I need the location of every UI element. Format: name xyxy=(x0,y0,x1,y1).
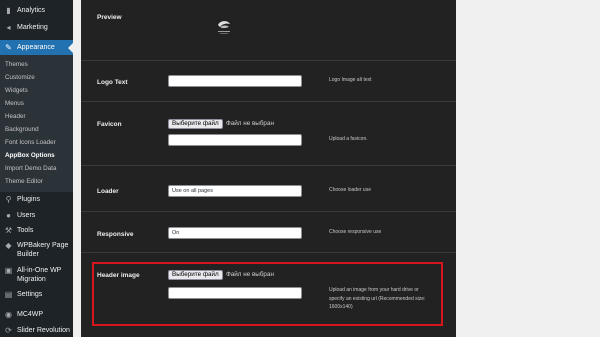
loader-select[interactable]: Use on all pages xyxy=(168,185,302,197)
submenu-item-widgets[interactable]: Widgets xyxy=(5,87,28,94)
loader-label: Loader xyxy=(97,188,119,195)
users-icon: ● xyxy=(6,211,11,220)
submenu-item-appbox-options[interactable]: AppBox Options xyxy=(5,152,55,159)
responsive-label: Responsive xyxy=(97,231,134,238)
migration-icon: ▣ xyxy=(4,266,13,275)
row-divider xyxy=(81,101,456,102)
current-menu-arrow xyxy=(68,43,73,53)
logo-text-input[interactable] xyxy=(168,75,302,87)
sidebar-item-users[interactable]: ● Users xyxy=(0,211,73,220)
responsive-select[interactable]: On xyxy=(168,227,302,239)
sidebar-item-settings[interactable]: ▤ Settings xyxy=(0,290,73,299)
sidebar-item-appearance[interactable]: ✎ Appearance xyxy=(0,40,73,55)
header-image-url-input[interactable] xyxy=(168,287,302,299)
logo-preview-image xyxy=(218,21,230,34)
sidebar-item-mc4wp[interactable]: ◉ MC4WP xyxy=(0,310,73,319)
logo-text-description: Logo Image alt text xyxy=(329,77,372,83)
submenu-item-customize[interactable]: Customize xyxy=(5,74,35,81)
header-image-choose-file-button[interactable]: Выберите файл xyxy=(168,270,223,280)
favicon-choose-file-button[interactable]: Выберите файл xyxy=(168,119,223,129)
megaphone-icon: ◂ xyxy=(6,23,11,32)
loader-description: Choose loader use xyxy=(329,187,371,193)
submenu-item-header[interactable]: Header xyxy=(5,113,26,120)
header-image-label: Header image xyxy=(97,272,140,279)
wrench-icon: ⚒ xyxy=(4,226,13,235)
responsive-description: Choose responsive use xyxy=(329,229,382,235)
favicon-url-input[interactable] xyxy=(168,134,302,146)
logo-text-label: Logo Text xyxy=(97,79,128,86)
mc4wp-icon: ◉ xyxy=(5,310,12,319)
sidebar-item-all-in-one-migration[interactable]: ▣ All-in-One WP Migration xyxy=(0,266,73,284)
row-divider xyxy=(81,165,456,166)
settings-icon: ▤ xyxy=(4,290,13,299)
paintbrush-icon: ✎ xyxy=(5,43,12,52)
sidebar-item-marketing[interactable]: ◂ Marketing xyxy=(0,23,73,32)
analytics-icon: ▮ xyxy=(6,6,11,15)
row-divider xyxy=(81,211,456,212)
sidebar-item-analytics[interactable]: ▮ Analytics xyxy=(0,6,73,15)
row-divider xyxy=(81,60,456,61)
submenu-item-themes[interactable]: Themes xyxy=(5,61,28,68)
sidebar-item-slider-revolution[interactable]: ⟳ Slider Revolution xyxy=(0,326,73,335)
plugin-icon: ⚲ xyxy=(5,195,12,204)
submenu-item-background[interactable]: Background xyxy=(5,126,39,133)
submenu-item-theme-editor[interactable]: Theme Editor xyxy=(5,178,43,185)
appbox-options-panel: Preview Logo Text Logo Image alt text Fa… xyxy=(81,0,456,337)
submenu-item-menus[interactable]: Menus xyxy=(5,100,24,107)
submenu-item-import-demo-data[interactable]: Import Demo Data xyxy=(5,165,56,172)
favicon-description: Upload a favicon. xyxy=(329,136,368,142)
header-image-file-status: Файл не выбран xyxy=(226,271,274,278)
favicon-label: Favicon xyxy=(97,121,122,128)
wpbakery-icon: ◆ xyxy=(5,241,12,250)
sidebar-item-plugins[interactable]: ⚲ Plugins xyxy=(0,195,73,204)
header-image-description: Upload an image from your hard drive or … xyxy=(329,287,426,310)
admin-sidebar: ▮ Analytics ◂ Marketing ✎ Appearance The… xyxy=(0,0,73,337)
appearance-submenu: Themes Customize Widgets Menus Header Ba… xyxy=(0,55,73,192)
submenu-item-font-icons-loader[interactable]: Font Icons Loader xyxy=(5,139,56,146)
preview-label: Preview xyxy=(97,14,122,21)
slider-icon: ⟳ xyxy=(5,326,12,335)
favicon-file-status: Файл не выбран xyxy=(226,120,274,127)
sidebar-item-wpbakery[interactable]: ◆ WPBakery Page Builder xyxy=(0,241,73,259)
row-divider xyxy=(81,252,456,253)
admin-background xyxy=(456,0,600,337)
sidebar-item-tools[interactable]: ⚒ Tools xyxy=(0,226,73,235)
